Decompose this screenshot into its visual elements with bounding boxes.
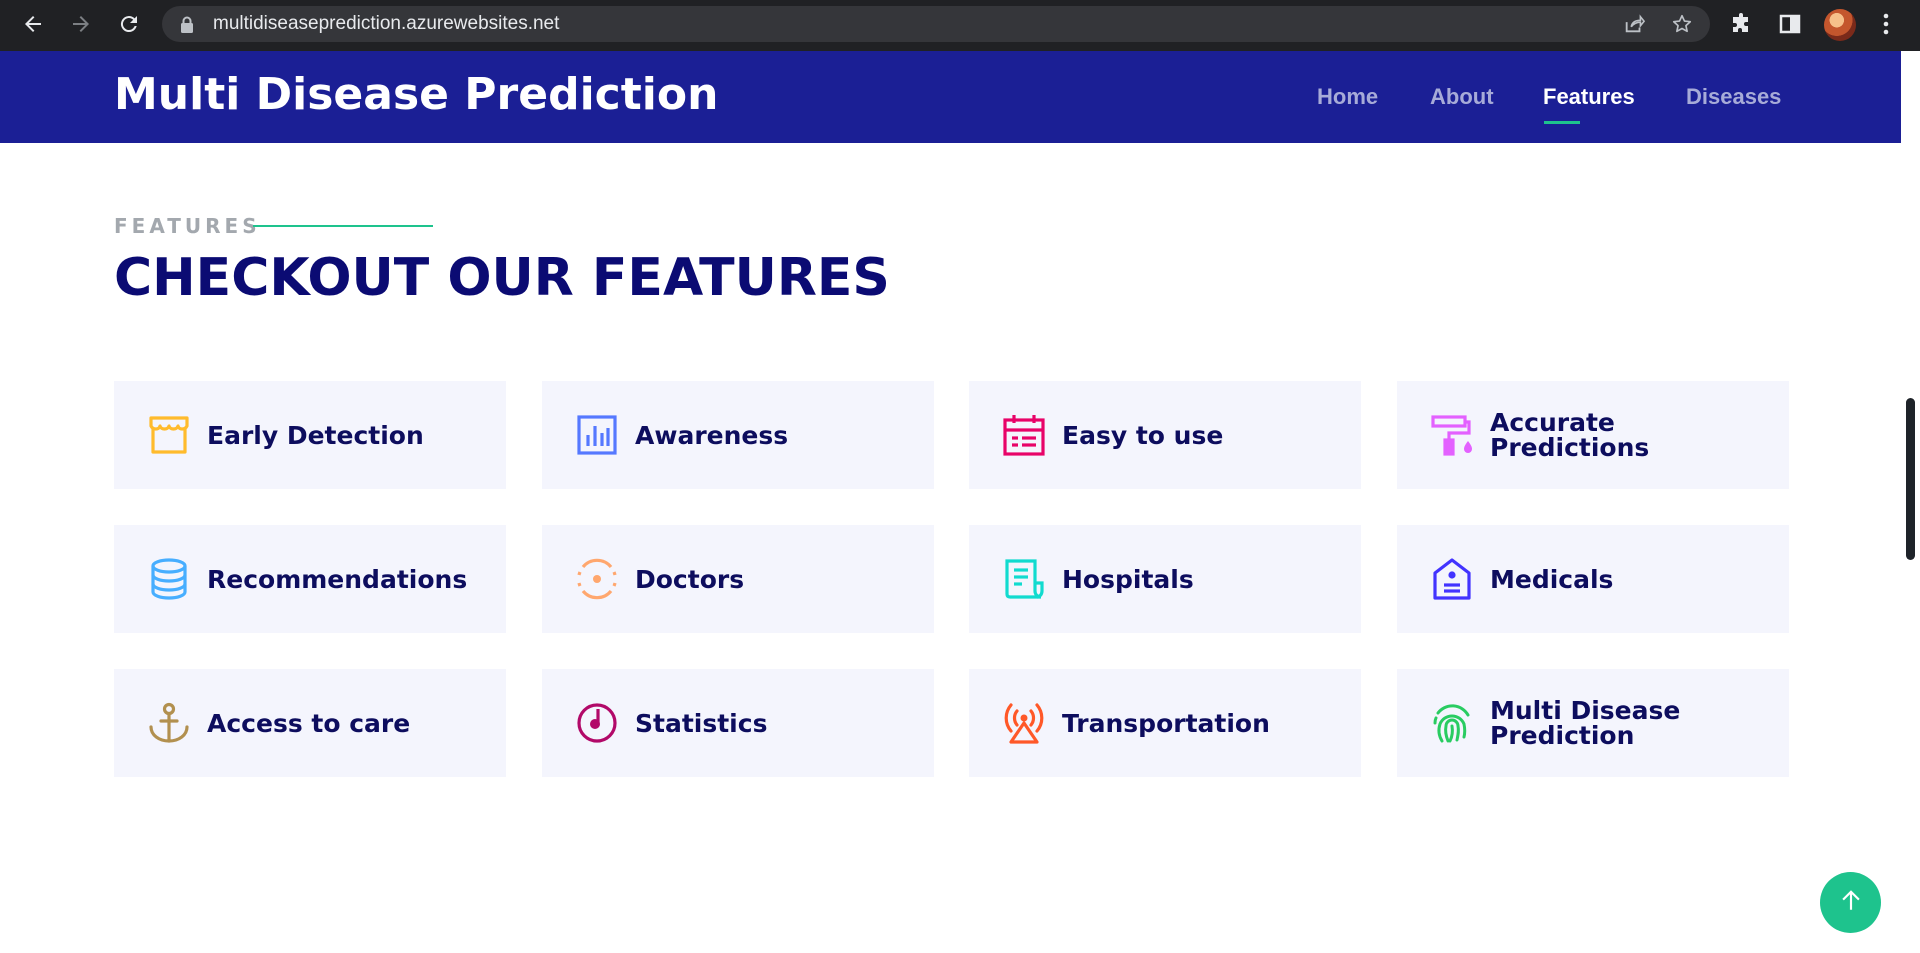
- kicker-divider: [253, 225, 433, 227]
- extensions-icon[interactable]: [1728, 10, 1756, 38]
- nav-features[interactable]: Features: [1543, 84, 1635, 110]
- arrow-up-icon: [1838, 887, 1864, 918]
- feature-card[interactable]: Recommendations: [114, 525, 506, 633]
- feature-label: Medicals: [1490, 564, 1614, 594]
- lock-icon[interactable]: [180, 16, 194, 38]
- site-logo[interactable]: Multi Disease Prediction: [114, 69, 718, 120]
- active-nav-indicator: [1544, 121, 1580, 124]
- feature-label: Hospitals: [1062, 564, 1194, 594]
- anchor-icon: [147, 701, 191, 745]
- section-kicker: FEATURES: [114, 214, 261, 238]
- file-list-icon: [1002, 557, 1046, 601]
- url-text[interactable]: multidiseaseprediction.azurewebsites.net: [213, 6, 559, 42]
- nav-about[interactable]: About: [1430, 84, 1494, 110]
- gradienter-icon: [575, 557, 619, 601]
- share-icon[interactable]: [1622, 12, 1646, 36]
- feature-card[interactable]: Hospitals: [969, 525, 1361, 633]
- nav-diseases[interactable]: Diseases: [1686, 84, 1781, 110]
- database-icon: [147, 557, 191, 601]
- feature-label: Doctors: [635, 564, 745, 594]
- back-to-top-button[interactable]: [1820, 872, 1881, 933]
- feature-card[interactable]: Early Detection: [114, 381, 506, 489]
- feature-card[interactable]: Doctors: [542, 525, 934, 633]
- feature-card[interactable]: Access to care: [114, 669, 506, 777]
- side-panel-icon[interactable]: [1776, 10, 1804, 38]
- feature-card[interactable]: Medicals: [1397, 525, 1789, 633]
- feature-label: Statistics: [635, 708, 768, 738]
- feature-card[interactable]: Transportation: [969, 669, 1361, 777]
- site-header: Multi Disease Prediction Home About Feat…: [0, 51, 1901, 143]
- store-icon: [147, 413, 191, 457]
- star-icon[interactable]: [1670, 12, 1694, 36]
- paint-roller-icon: [1430, 413, 1474, 457]
- price-tag-icon: [1430, 557, 1474, 601]
- feature-label: Awareness: [635, 420, 789, 450]
- nav-home[interactable]: Home: [1317, 84, 1378, 110]
- more-menu-icon[interactable]: [1872, 10, 1900, 38]
- feature-card[interactable]: Accurate Predictions: [1397, 381, 1789, 489]
- feature-card[interactable]: Multi Disease Prediction: [1397, 669, 1789, 777]
- feature-label: Transportation: [1062, 708, 1270, 738]
- feature-card[interactable]: Awareness: [542, 381, 934, 489]
- feature-label: Multi Disease Prediction: [1490, 696, 1681, 750]
- disc-icon: [575, 701, 619, 745]
- profile-avatar[interactable]: [1824, 9, 1856, 41]
- page-scrollbar[interactable]: [1906, 398, 1915, 560]
- reload-icon[interactable]: [111, 6, 147, 42]
- feature-label: Accurate Predictions: [1490, 408, 1650, 462]
- browser-toolbar: multidiseaseprediction.azurewebsites.net: [0, 0, 1920, 51]
- feature-label: Recommendations: [207, 564, 468, 594]
- calendar-icon: [1002, 413, 1046, 457]
- feature-card[interactable]: Easy to use: [969, 381, 1361, 489]
- section-title: CHECKOUT OUR FEATURES: [114, 248, 890, 308]
- feature-label: Early Detection: [207, 420, 424, 450]
- feature-label: Access to care: [207, 708, 411, 738]
- fingerprint-icon: [1430, 701, 1474, 745]
- address-bar[interactable]: multidiseaseprediction.azurewebsites.net: [162, 6, 1710, 42]
- feature-card[interactable]: Statistics: [542, 669, 934, 777]
- feature-label: Easy to use: [1062, 420, 1224, 450]
- back-arrow-icon[interactable]: [15, 6, 51, 42]
- base-station-icon: [1002, 701, 1046, 745]
- forward-arrow-icon[interactable]: [63, 6, 99, 42]
- bar-chart-icon: [575, 413, 619, 457]
